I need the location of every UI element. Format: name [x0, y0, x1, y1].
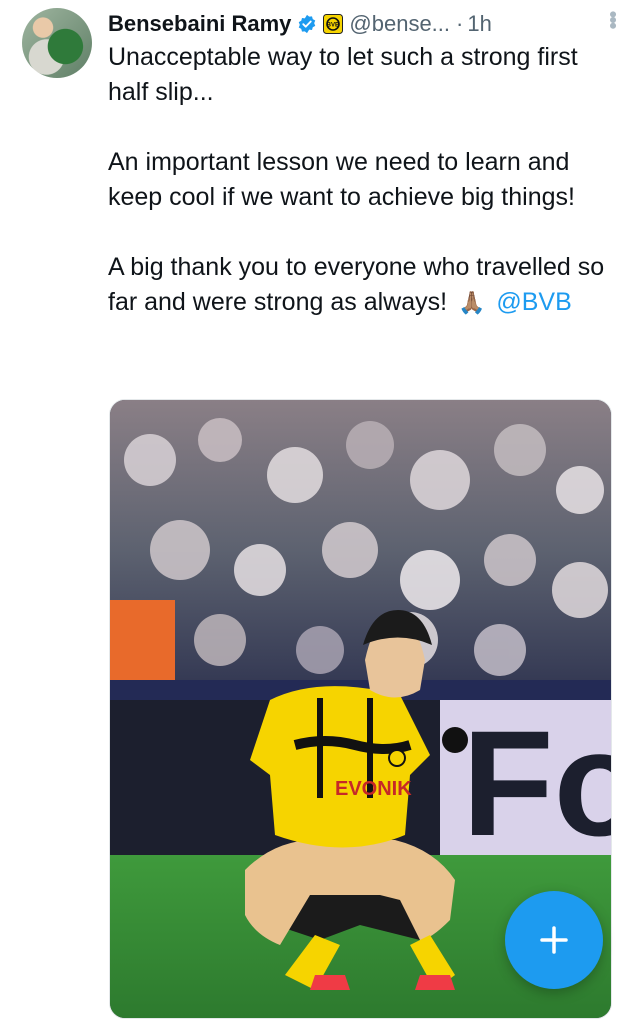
mention-link[interactable]: @BVB: [496, 288, 571, 316]
tweet-header: Bensebaini Ramy BVB @bense... · 1h: [108, 7, 613, 41]
separator: ·: [456, 11, 464, 36]
svg-text:BVB: BVB: [327, 23, 340, 29]
shirt-sponsor-text: EVONIK: [335, 778, 412, 800]
bvb-crest-icon: BVB: [323, 14, 344, 34]
tweet-paragraph: Unacceptable way to let such a strong fi…: [108, 43, 578, 106]
timestamp[interactable]: 1h: [467, 11, 491, 37]
tweet-paragraph: An important lesson we need to learn and…: [108, 148, 575, 211]
praying-hands-emoji: 🙏🏽: [458, 290, 486, 315]
author-handle[interactable]: @bense...: [349, 11, 450, 37]
tweet-paragraph-3: A big thank you to everyone who travelle…: [108, 250, 608, 320]
ad-board-text: Fo: [462, 699, 611, 867]
more-vertical-icon[interactable]: •••: [599, 10, 625, 27]
tweet-body: Unacceptable way to let such a strong fi…: [108, 40, 608, 320]
verified-badge-icon: [297, 14, 317, 34]
author-name[interactable]: Bensebaini Ramy: [108, 11, 291, 37]
plus-icon: [540, 926, 568, 954]
compose-button[interactable]: [505, 891, 603, 989]
avatar[interactable]: [22, 8, 92, 78]
